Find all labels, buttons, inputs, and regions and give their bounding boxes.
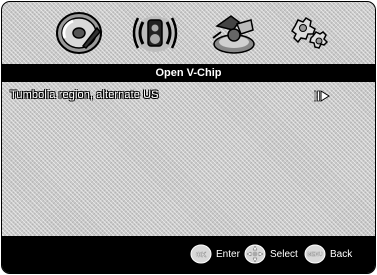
enter-hint: OK Enter [190, 244, 240, 264]
list-item[interactable]: Tumbolia region, alternate US [2, 84, 375, 106]
menu-icon-text: MENU [308, 252, 323, 258]
enter-label: Enter [216, 248, 240, 260]
dpad-select-icon [244, 244, 266, 264]
osd-window: Open V-Chip Tumbolia region, alternate U… [1, 1, 376, 274]
list-item-label: Tumbolia region, alternate US [10, 89, 159, 101]
ok-icon-text: OK [196, 252, 207, 259]
back-hint: MENU Back [304, 244, 352, 264]
ok-button-icon: OK [190, 244, 212, 264]
audio-speaker-icon[interactable] [129, 8, 181, 58]
page-title: Open V-Chip [2, 64, 375, 82]
menu-list: Tumbolia region, alternate US [2, 82, 375, 236]
setup-disc-icon[interactable] [53, 8, 105, 58]
button-hint-bar: OK Enter Select MENU Back [2, 236, 375, 273]
menu-button-icon: MENU [304, 244, 326, 264]
back-label: Back [330, 248, 353, 260]
select-label: Select [270, 248, 298, 260]
preferences-toy-icon[interactable] [207, 8, 259, 58]
settings-gears-icon[interactable] [281, 8, 333, 58]
select-hint: Select [244, 244, 298, 264]
menu-icon-bar [2, 2, 375, 64]
submenu-arrow-icon [313, 89, 330, 107]
